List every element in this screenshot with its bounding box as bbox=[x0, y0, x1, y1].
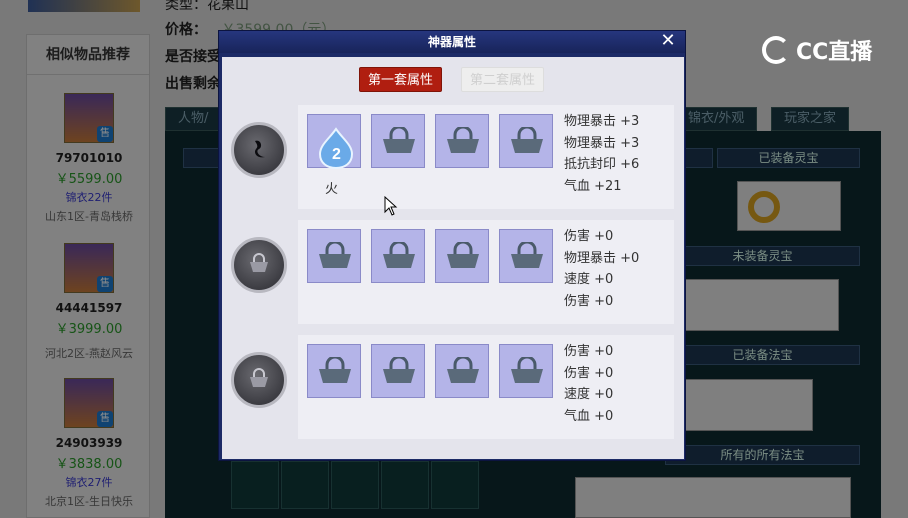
empty-slot[interactable] bbox=[307, 344, 361, 398]
logo-text: CC直播 bbox=[796, 40, 873, 65]
cc-live-logo: CC直播 bbox=[762, 34, 872, 66]
lock-icon bbox=[383, 242, 415, 268]
empty-slot[interactable] bbox=[371, 114, 425, 168]
attribute-list: 伤害 +0 物理暴击 +0 速度 +0 伤害 +0 bbox=[564, 226, 639, 312]
lock-icon bbox=[319, 242, 351, 268]
attribute-line: 物理暴击 +3 bbox=[564, 135, 640, 151]
attribute-line: 物理暴击 +0 bbox=[564, 250, 640, 266]
artifact-orb-locked[interactable] bbox=[231, 237, 287, 293]
lock-icon bbox=[447, 242, 479, 268]
attribute-line: 伤害 +0 bbox=[564, 293, 614, 309]
gem-element-label: 火 bbox=[325, 182, 339, 197]
attribute-line: 速度 +0 bbox=[564, 272, 614, 287]
attribute-line: 物理暴击 +3 bbox=[564, 114, 640, 129]
empty-slot[interactable] bbox=[435, 229, 489, 283]
empty-slot[interactable] bbox=[307, 229, 361, 283]
artifact-attributes-dialog: 神器属性 ✕ 第一套属性 第二套属性 2 火 物理暴击 +3 物理暴击 +3 抵… bbox=[218, 30, 686, 461]
lock-icon bbox=[511, 357, 543, 383]
lock-icon bbox=[383, 127, 415, 153]
artifact-orb-locked[interactable] bbox=[231, 352, 287, 408]
attribute-line: 抵抗封印 +6 bbox=[564, 157, 640, 172]
attribute-list: 伤害 +0 伤害 +0 速度 +0 气血 +0 bbox=[564, 341, 613, 427]
empty-slot[interactable] bbox=[435, 344, 489, 398]
lock-icon bbox=[511, 127, 543, 153]
attribute-line: 速度 +0 bbox=[564, 387, 614, 402]
attribute-row: 伤害 +0 伤害 +0 速度 +0 气血 +0 bbox=[298, 335, 674, 439]
attribute-line: 气血 +21 bbox=[564, 178, 622, 194]
dragon-icon bbox=[255, 140, 265, 158]
empty-slot[interactable] bbox=[371, 344, 425, 398]
lock-icon bbox=[511, 242, 543, 268]
attribute-list: 物理暴击 +3 物理暴击 +3 抵抗封印 +6 气血 +21 bbox=[564, 111, 639, 197]
lock-icon bbox=[383, 357, 415, 383]
dialog-title: 神器属性 bbox=[427, 35, 476, 49]
attribute-row: 2 火 物理暴击 +3 物理暴击 +3 抵抗封印 +6 气血 +21 bbox=[298, 105, 674, 209]
dialog-body: 第一套属性 第二套属性 2 火 物理暴击 +3 物理暴击 +3 抵抗封印 +6 … bbox=[222, 57, 684, 459]
attribute-line: 伤害 +0 bbox=[564, 344, 614, 359]
lock-icon bbox=[447, 357, 479, 383]
svg-text:2: 2 bbox=[332, 146, 341, 163]
dialog-titlebar: 神器属性 ✕ bbox=[219, 31, 685, 53]
first-set-button[interactable]: 第一套属性 bbox=[359, 67, 443, 92]
second-set-button[interactable]: 第二套属性 bbox=[461, 67, 545, 92]
lock-icon bbox=[250, 253, 268, 272]
empty-slot[interactable] bbox=[499, 229, 553, 283]
gem-slot[interactable]: 2 bbox=[307, 114, 361, 169]
close-button[interactable]: ✕ bbox=[659, 32, 677, 50]
lock-icon bbox=[447, 127, 479, 153]
attribute-row: 伤害 +0 物理暴击 +0 速度 +0 伤害 +0 bbox=[298, 220, 674, 324]
empty-slot[interactable] bbox=[499, 344, 553, 398]
attribute-line: 伤害 +0 bbox=[564, 365, 614, 381]
empty-slot[interactable] bbox=[499, 114, 553, 168]
attribute-line: 伤害 +0 bbox=[564, 229, 614, 244]
lock-icon bbox=[319, 357, 351, 383]
mouse-cursor-icon bbox=[384, 196, 398, 216]
cc-logo-icon bbox=[762, 36, 790, 64]
artifact-orb-unlocked[interactable] bbox=[231, 122, 287, 178]
fire-gem-icon: 2 bbox=[318, 127, 354, 169]
empty-slot[interactable] bbox=[371, 229, 425, 283]
empty-slot[interactable] bbox=[435, 114, 489, 168]
lock-icon bbox=[250, 368, 268, 387]
attribute-line: 气血 +0 bbox=[564, 408, 614, 424]
